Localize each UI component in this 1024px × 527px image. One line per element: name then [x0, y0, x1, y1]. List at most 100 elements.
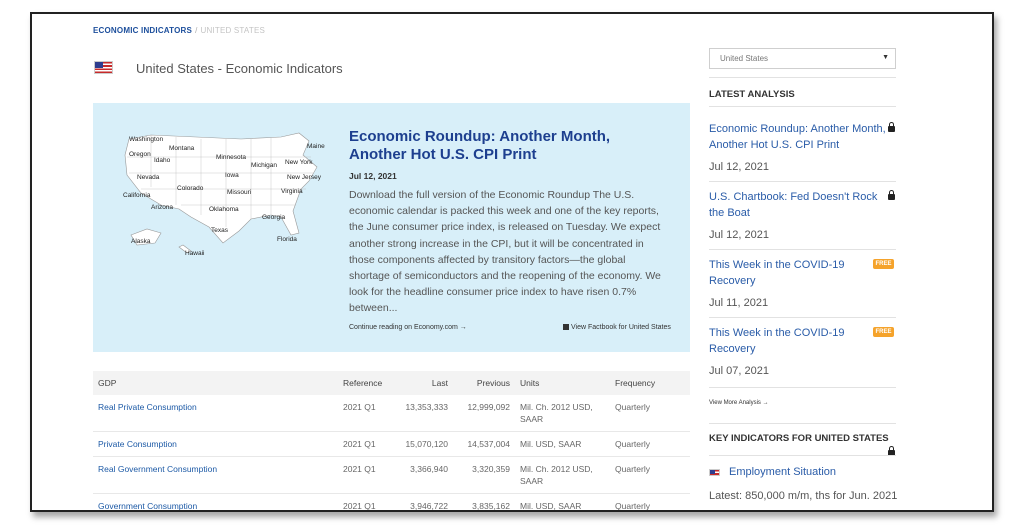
- units-cell: Mil. Ch. 2012 USD, SAAR: [515, 456, 610, 494]
- column-header-reference[interactable]: Reference: [338, 371, 398, 395]
- units-cell: Mil. USD, SAAR: [515, 493, 610, 510]
- map-label: Minnesota: [216, 154, 246, 161]
- frequency-cell: Quarterly: [610, 456, 690, 494]
- view-factbook-label: View Factbook for United States: [571, 324, 671, 331]
- divider: [709, 181, 896, 182]
- featured-article-title[interactable]: Economic Roundup: Another Month, Another…: [349, 128, 669, 164]
- map-label: Oklahoma: [209, 206, 239, 213]
- map-label: Maine: [307, 143, 325, 150]
- free-badge: FREE: [873, 259, 894, 269]
- indicator-name-link[interactable]: Real Government Consumption: [93, 456, 338, 494]
- frequency-cell: Quarterly: [610, 493, 690, 510]
- page-title: United States - Economic Indicators: [136, 61, 343, 76]
- key-indicators-heading: KEY INDICATORS FOR UNITED STATES: [709, 433, 889, 444]
- table-header-row: GDP Reference Last Previous Units Freque…: [93, 371, 690, 395]
- analysis-date: Jul 12, 2021: [709, 161, 769, 173]
- column-header-gdp[interactable]: GDP: [93, 371, 338, 395]
- table-row: Real Private Consumption 2021 Q1 13,353,…: [93, 395, 690, 432]
- map-label: Montana: [169, 145, 195, 152]
- analysis-title-link[interactable]: U.S. Chartbook: Fed Doesn't Rock the Boa…: [709, 189, 887, 221]
- previous-cell: 12,999,092: [453, 395, 515, 432]
- browser-viewport: ECONOMIC INDICATORS / UNITED STATES United…: [30, 12, 994, 512]
- free-badge: FREE: [873, 327, 894, 337]
- divider: [709, 387, 896, 388]
- column-header-last[interactable]: Last: [398, 371, 453, 395]
- map-label: Colorado: [177, 185, 204, 192]
- latest-analysis-heading: LATEST ANALYSIS: [709, 89, 795, 100]
- analysis-title-link[interactable]: Economic Roundup: Another Month, Another…: [709, 121, 887, 153]
- lock-icon: [888, 122, 895, 132]
- reference-cell: 2021 Q1: [338, 493, 398, 510]
- view-factbook-link[interactable]: View Factbook for United States: [563, 324, 671, 331]
- map-label: Washington: [129, 136, 163, 143]
- frequency-cell: Quarterly: [610, 395, 690, 432]
- gdp-indicators-table: GDP Reference Last Previous Units Freque…: [93, 371, 690, 510]
- analysis-date: Jul 07, 2021: [709, 365, 769, 377]
- reference-cell: 2021 Q1: [338, 431, 398, 457]
- map-label: Michigan: [251, 162, 277, 169]
- table-row: Private Consumption 2021 Q1 15,070,120 1…: [93, 431, 690, 457]
- divider: [709, 106, 896, 107]
- units-cell: Mil. USD, SAAR: [515, 431, 610, 457]
- map-label: Alaska: [131, 238, 151, 245]
- frequency-cell: Quarterly: [610, 431, 690, 457]
- book-icon: [563, 324, 569, 330]
- map-label: Virginia: [281, 188, 303, 195]
- map-label: New York: [285, 159, 313, 166]
- last-cell: 15,070,120: [398, 431, 453, 457]
- analysis-title-link[interactable]: This Week in the COVID-19 Recovery: [709, 257, 887, 289]
- featured-article-date: Jul 12, 2021: [349, 171, 397, 181]
- map-label: Arizona: [151, 204, 173, 211]
- employment-situation-link[interactable]: Employment Situation: [729, 466, 836, 478]
- featured-article-summary: Download the full version of the Economi…: [349, 189, 661, 315]
- map-label: Oregon: [129, 151, 151, 158]
- us-flag-icon: [94, 61, 113, 74]
- map-label: Florida: [277, 236, 297, 243]
- continue-reading-link[interactable]: Continue reading on Economy.com →: [349, 324, 467, 331]
- divider: [709, 455, 896, 456]
- divider: [709, 423, 896, 424]
- column-header-frequency[interactable]: Frequency: [610, 371, 690, 395]
- map-label: Iowa: [225, 172, 239, 179]
- last-cell: 3,366,940: [398, 456, 453, 494]
- country-select-value: United States: [720, 54, 769, 63]
- previous-cell: 3,835,162: [453, 493, 515, 510]
- indicator-name-link[interactable]: Real Private Consumption: [93, 395, 338, 432]
- divider: [709, 249, 896, 250]
- map-label: Idaho: [154, 157, 171, 164]
- view-more-analysis-link[interactable]: View More Analysis →: [709, 400, 769, 406]
- column-header-units[interactable]: Units: [515, 371, 610, 395]
- map-label: Missouri: [227, 189, 251, 196]
- indicator-name-link[interactable]: Government Consumption: [93, 493, 338, 510]
- country-select[interactable]: United States ▼: [709, 48, 896, 69]
- us-states-map[interactable]: Washington Oregon Idaho Montana Nevada C…: [121, 127, 331, 257]
- table-row: Government Consumption 2021 Q1 3,946,722…: [93, 493, 690, 510]
- breadcrumb: ECONOMIC INDICATORS / UNITED STATES: [93, 26, 265, 35]
- featured-analysis-panel: Washington Oregon Idaho Montana Nevada C…: [93, 103, 690, 352]
- reference-cell: 2021 Q1: [338, 456, 398, 494]
- dropdown-caret-icon: ▼: [882, 54, 889, 61]
- map-label: Georgia: [262, 214, 286, 221]
- reference-cell: 2021 Q1: [338, 395, 398, 432]
- indicator-name-link[interactable]: Private Consumption: [93, 431, 338, 457]
- previous-cell: 14,537,004: [453, 431, 515, 457]
- map-label: Hawaii: [185, 250, 205, 257]
- previous-cell: 3,320,359: [453, 456, 515, 494]
- analysis-date: Jul 12, 2021: [709, 229, 769, 241]
- breadcrumb-separator: /: [195, 26, 198, 35]
- column-header-previous[interactable]: Previous: [453, 371, 515, 395]
- units-cell: Mil. Ch. 2012 USD, SAAR: [515, 395, 610, 432]
- analysis-title-link[interactable]: This Week in the COVID-19 Recovery: [709, 325, 887, 357]
- map-label: Texas: [211, 227, 229, 234]
- last-cell: 3,946,722: [398, 493, 453, 510]
- breadcrumb-economic-indicators[interactable]: ECONOMIC INDICATORS: [93, 26, 192, 35]
- map-label: California: [123, 192, 151, 199]
- lock-icon: [888, 190, 895, 200]
- divider: [709, 77, 896, 78]
- map-label: Nevada: [137, 174, 160, 181]
- table-row: Real Government Consumption 2021 Q1 3,36…: [93, 456, 690, 494]
- key-indicator-latest-value: Latest: 850,000 m/m, ths for Jun. 2021: [709, 490, 898, 502]
- us-flag-icon: [709, 469, 720, 476]
- analysis-date: Jul 11, 2021: [709, 297, 769, 309]
- breadcrumb-current: UNITED STATES: [200, 26, 266, 35]
